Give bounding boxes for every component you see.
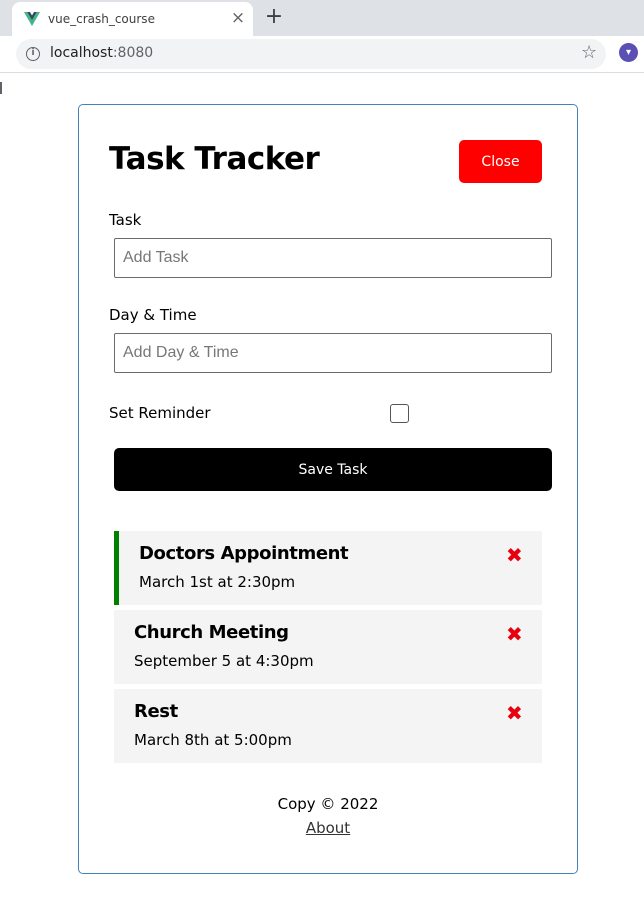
copyright-text: Copy © 2022 [277, 795, 379, 813]
task-name: Church Meeting [134, 622, 289, 643]
bookmark-star-icon[interactable]: ☆ [581, 42, 597, 63]
address-bar[interactable]: i localhost:8080 ☆ [16, 39, 606, 69]
task-name: Doctors Appointment [139, 543, 349, 564]
task-item[interactable]: Church Meeting September 5 at 4:30pm ✖ [114, 610, 542, 684]
footer: Copy © 2022 About [79, 795, 577, 837]
url-host: localhost [50, 45, 113, 61]
task-day: March 8th at 5:00pm [134, 731, 292, 749]
task-label: Task [109, 211, 142, 229]
task-name: Rest [134, 701, 178, 722]
delete-task-icon[interactable]: ✖ [506, 545, 523, 565]
url-text: localhost:8080 [50, 45, 153, 61]
about-link[interactable]: About [306, 819, 350, 837]
window-edge-marker [0, 82, 2, 94]
new-tab-icon[interactable]: + [262, 6, 286, 30]
close-button[interactable]: Close [459, 140, 542, 183]
task-input[interactable] [114, 238, 552, 278]
reminder-checkbox[interactable] [390, 404, 409, 423]
browser-toolbar: i localhost:8080 ☆ ▾ [0, 36, 644, 94]
vue-logo-icon [24, 12, 40, 26]
tab-close-icon[interactable]: × [228, 8, 248, 28]
task-day: September 5 at 4:30pm [134, 652, 314, 670]
save-task-button[interactable]: Save Task [114, 448, 552, 491]
day-time-label: Day & Time [109, 306, 197, 324]
task-item[interactable]: Doctors Appointment March 1st at 2:30pm … [114, 531, 542, 605]
task-day: March 1st at 2:30pm [139, 573, 296, 591]
task-item[interactable]: Rest March 8th at 5:00pm ✖ [114, 689, 542, 763]
app-container: Task Tracker Close Task Day & Time Set R… [78, 104, 578, 874]
page-title: Task Tracker [109, 141, 320, 177]
extension-icon[interactable]: ▾ [619, 43, 638, 62]
url-port: :8080 [112, 45, 154, 61]
browser-tab[interactable]: vue_crash_course × [12, 2, 253, 36]
tab-title: vue_crash_course [48, 12, 155, 26]
browser-tab-bar: vue_crash_course × + [0, 0, 644, 36]
day-time-input[interactable] [114, 333, 552, 373]
delete-task-icon[interactable]: ✖ [506, 703, 523, 723]
reminder-label: Set Reminder [109, 404, 211, 422]
info-icon[interactable]: i [26, 47, 40, 61]
delete-task-icon[interactable]: ✖ [506, 624, 523, 644]
